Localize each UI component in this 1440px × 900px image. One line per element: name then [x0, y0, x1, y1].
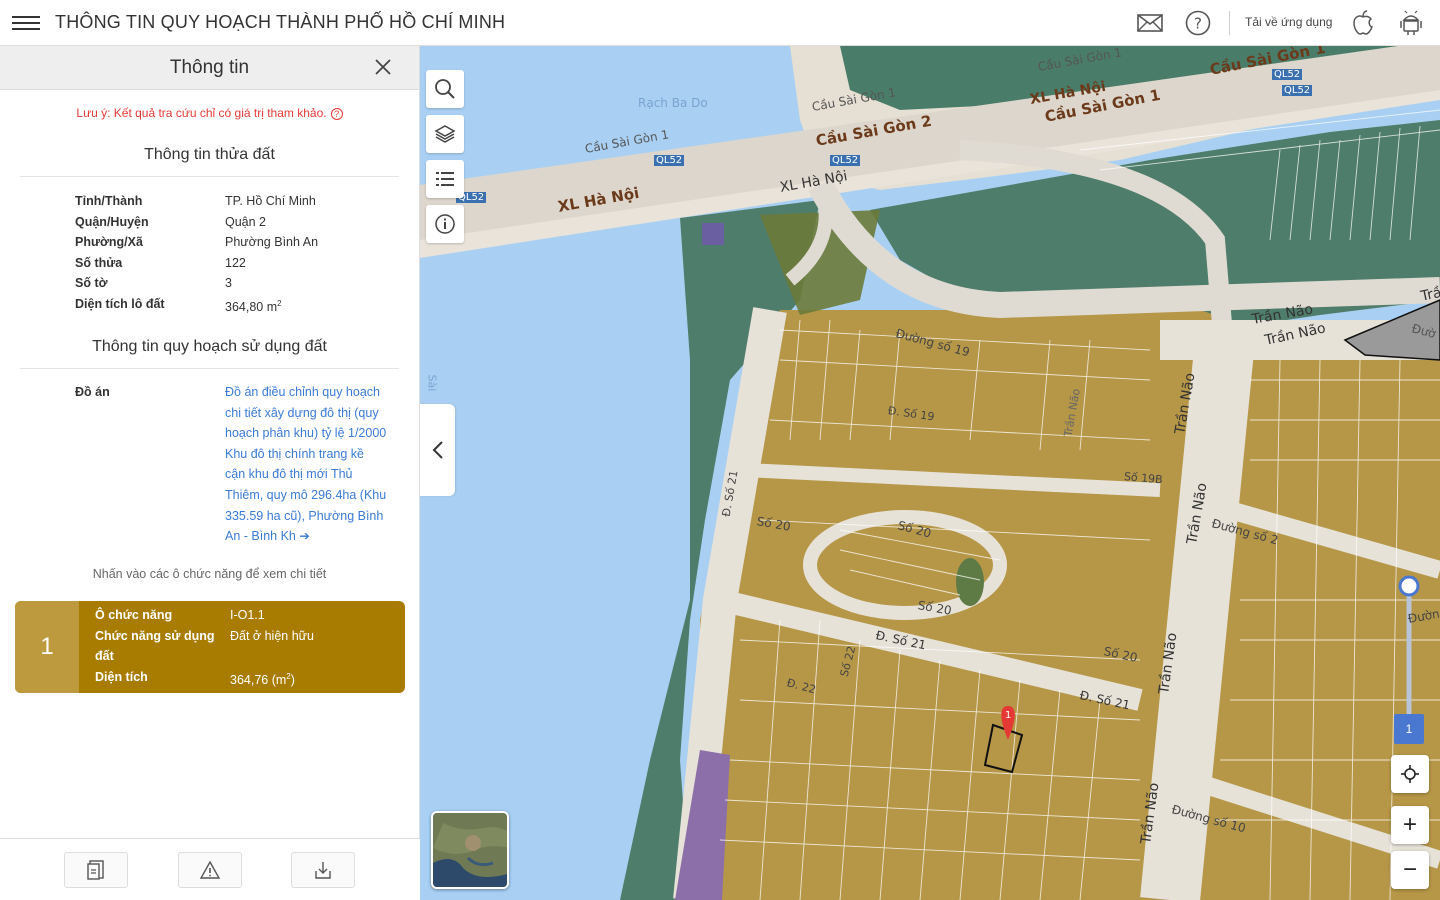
- panel-title: Thông tin: [169, 57, 250, 78]
- parcel-label: Phường/Xã: [75, 235, 143, 249]
- info-tool-button[interactable]: [426, 205, 464, 243]
- layers-icon: [434, 125, 456, 143]
- download-app-label[interactable]: Tải về ứng dụng: [1245, 15, 1332, 29]
- parcel-info-list: Tỉnh/Thành TP. Hồ Chí Minh Quận/Huyện Quận…: [75, 191, 419, 314]
- map-layer: [420, 46, 1440, 900]
- parcel-row-lot-number: Số thửa 122: [75, 253, 419, 274]
- map-label-rach-ba-do: Rạch Ba Do: [638, 96, 708, 110]
- parcel-label: Số thửa: [75, 255, 123, 270]
- card-area-value: 364,76 (m: [230, 672, 287, 687]
- parcel-value: Quận 2: [225, 214, 267, 229]
- crosshair-icon: [1401, 765, 1419, 783]
- card-row: Ô chức năng I-O1.1: [95, 605, 395, 626]
- parcel-section-title: Thông tin thửa đất: [20, 146, 399, 177]
- app-title: THÔNG TIN QUY HOẠCH THÀNH PHỐ HỒ CHÍ MIN…: [55, 12, 506, 32]
- question-icon[interactable]: ?: [330, 107, 343, 120]
- card-value: I-O1.1: [230, 608, 265, 622]
- parcel-label: Số tờ: [75, 276, 108, 290]
- disclaimer-note: Lưu ý: Kết quả tra cứu chỉ có giá trị th…: [0, 106, 419, 120]
- disclaimer-text: Lưu ý: Kết quả tra cứu chỉ có giá trị th…: [76, 106, 327, 120]
- card-label: Ô chức năng: [95, 608, 173, 622]
- parcel-row-ward: Phường/Xã Phường Bình An: [75, 232, 419, 253]
- info-icon: [435, 214, 455, 234]
- zoom-in-button[interactable]: +: [1391, 806, 1429, 844]
- top-bar: THÔNG TIN QUY HOẠCH THÀNH PHỐ HỒ CHÍ MIN…: [0, 0, 1440, 46]
- panel-header: Thông tin: [0, 46, 419, 90]
- menu-icon[interactable]: [12, 12, 40, 34]
- parcel-label: Quận/Huyện: [75, 214, 149, 229]
- parcel-label: Tỉnh/Thành: [75, 194, 143, 208]
- plan-link[interactable]: Đồ án điều chỉnh quy hoạch chi tiết xây …: [225, 382, 387, 547]
- search-tool-button[interactable]: [426, 70, 464, 108]
- layers-tool-button[interactable]: [426, 115, 464, 153]
- card-row: Chức năng sử dụng đất Đất ở hiện hữu: [95, 626, 395, 667]
- map-label-ql52: QL52: [654, 155, 685, 166]
- search-icon: [435, 79, 455, 99]
- svg-text:?: ?: [1194, 15, 1202, 33]
- panel-footer: [0, 838, 420, 900]
- document-button[interactable]: [64, 852, 128, 888]
- card-number: 1: [15, 601, 79, 693]
- chevron-left-icon: [432, 441, 443, 459]
- map-label-sai: Sài: [425, 374, 439, 392]
- collapse-panel-button[interactable]: [420, 404, 455, 496]
- card-info: Ô chức năng I-O1.1 Chức năng sử dụng đất Đ…: [95, 605, 395, 691]
- download-icon: [315, 862, 331, 879]
- map-canvas[interactable]: Rạch Ba Do Cầu Sài Gòn 1 Cầu Sài Gòn 1 C…: [420, 46, 1440, 900]
- card-area-suffix: ): [290, 672, 295, 687]
- arrow-right-icon[interactable]: ➔: [299, 529, 309, 543]
- area-value: 364,80 m: [225, 299, 278, 314]
- card-row: Diện tích 364,76 (m2): [95, 667, 395, 691]
- planning-section-title: Thông tin quy hoạch sử dụng đất: [20, 338, 399, 369]
- close-icon: [375, 59, 391, 75]
- android-icon[interactable]: [1397, 9, 1425, 37]
- hint-text: Nhấn vào các ô chức năng để xem chi tiết: [92, 566, 327, 581]
- legend-tool-button[interactable]: [426, 160, 464, 198]
- parcel-row-sheet-number: Số tờ 3: [75, 273, 419, 294]
- apple-icon[interactable]: [1349, 9, 1377, 37]
- parcel-value: 3: [225, 276, 232, 290]
- info-panel: Thông tin Lưu ý: Kết quả tra cứu chỉ có …: [0, 46, 420, 900]
- list-icon: [436, 172, 454, 186]
- map-label-ql52: QL52: [1272, 69, 1303, 80]
- warning-icon: [199, 860, 221, 879]
- divider: [1229, 11, 1230, 35]
- card-label: Diện tích: [95, 669, 148, 684]
- parcel-row-district: Quận/Huyện Quận 2: [75, 212, 419, 233]
- plan-label: Đồ án: [75, 385, 110, 399]
- help-icon[interactable]: ?: [1184, 9, 1212, 37]
- parcel-row-area: Diện tích lô đất 364,80 m2: [75, 294, 419, 315]
- map-label-ql52: QL52: [1282, 85, 1313, 96]
- parcel-value: 364,80 m2: [225, 294, 395, 315]
- plan-text[interactable]: Đồ án điều chỉnh quy hoạch chi tiết xây …: [225, 385, 386, 543]
- area-unit-sup: 2: [277, 298, 282, 308]
- card-value: Đất ở hiện hữu: [230, 628, 314, 643]
- plan-row: Đồ án Đồ án điều chỉnh quy hoạch chi tiế…: [75, 385, 419, 547]
- parcel-value: Phường Bình An: [225, 235, 319, 249]
- locate-button[interactable]: [1391, 755, 1429, 793]
- parcel-row-province: Tỉnh/Thành TP. Hồ Chí Minh: [75, 191, 419, 212]
- card-value: 364,76 (m2): [230, 667, 295, 691]
- marker-number: 1: [1005, 710, 1012, 721]
- document-icon: [87, 860, 104, 880]
- parcel-label: Diện tích lô đất: [75, 296, 165, 311]
- report-button[interactable]: [178, 852, 242, 888]
- mail-icon[interactable]: [1136, 9, 1164, 37]
- satellite-minimap[interactable]: [431, 811, 509, 889]
- download-button[interactable]: [291, 852, 355, 888]
- parcel-value: 122: [225, 255, 246, 270]
- zoom-level-badge[interactable]: 1: [1394, 714, 1424, 744]
- parcel-value: TP. Hồ Chí Minh: [225, 194, 316, 208]
- zoom-out-button[interactable]: −: [1391, 851, 1429, 889]
- card-label: Chức năng sử dụng đất: [95, 628, 215, 664]
- map-label-ql52: QL52: [830, 155, 861, 166]
- function-cell-card[interactable]: 1 Ô chức năng I-O1.1 Chức năng sử dụng đấ…: [15, 601, 405, 693]
- close-button[interactable]: [373, 57, 393, 77]
